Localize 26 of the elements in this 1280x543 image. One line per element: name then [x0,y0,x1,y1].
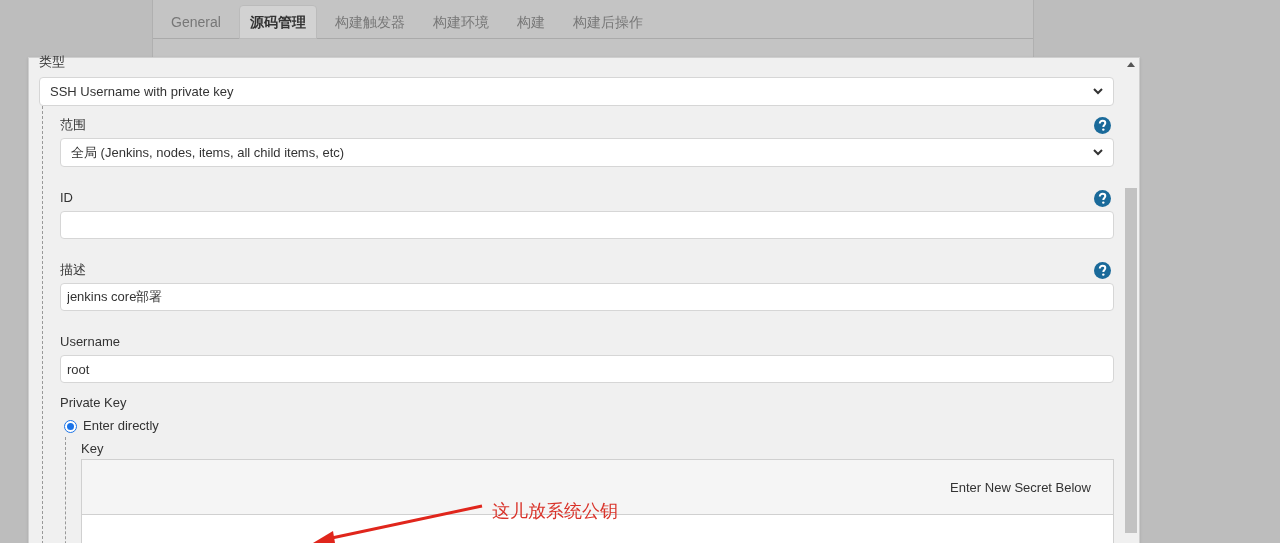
chevron-down-icon [1093,149,1103,156]
radio-button[interactable] [64,419,77,433]
help-icon[interactable] [1094,116,1111,134]
tab[interactable]: 源码管理 [238,5,317,39]
annotation-text: 这儿放系统公钥 [492,500,618,523]
select-field[interactable]: 全局 (Jenkins, nodes, items, all child items, etc) [60,138,1114,167]
field-label: ID [60,189,73,208]
field-label: Key [81,440,105,458]
scrollbar-thumb[interactable] [1125,188,1137,533]
select-value: 全局 (Jenkins, nodes, items, all child items, etc) [71,143,345,162]
field-label: 范围 [60,116,86,135]
help-icon[interactable] [1094,189,1111,207]
chevron-down-icon [1093,88,1103,95]
help-icon[interactable] [1094,261,1111,279]
select-field[interactable]: SSH Username with private key [39,77,1114,106]
field-label: 描述 [60,261,86,280]
secret-hint: Enter New Secret Below [950,479,1091,498]
select-value: SSH Username with private key [50,82,234,101]
text-field[interactable]: root [60,355,1114,383]
text-field[interactable] [60,211,1114,239]
field-label: 类型 [39,56,66,71]
field-label: Private Key [60,394,128,412]
field-label: Username [60,333,120,352]
radio-label: Enter directly [83,417,159,436]
text-field[interactable]: jenkins core部署 [60,283,1114,311]
scroll-up-icon[interactable] [1127,62,1135,67]
